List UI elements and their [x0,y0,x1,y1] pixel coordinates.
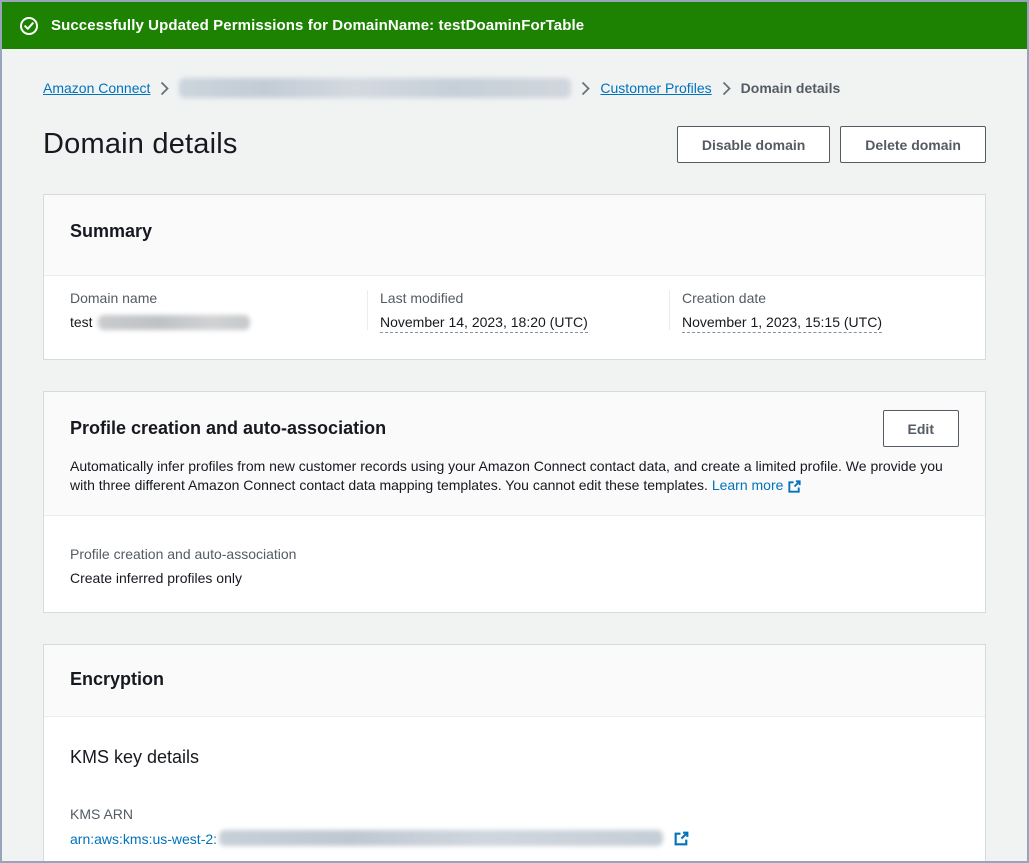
chevron-right-icon [581,81,590,96]
kms-key-details-title: KMS key details [70,747,959,768]
breadcrumb-redacted-instance-link[interactable] [179,78,571,98]
page-title: Domain details [43,128,238,161]
encryption-card-body: KMS key details KMS ARN arn:aws:kms:us-w… [44,717,985,863]
field-label: Last modified [380,290,657,306]
summary-field-domain-name: Domain name test [44,290,367,330]
encryption-card-header: Encryption [44,645,985,717]
field-value: November 1, 2023, 15:15 (UTC) [682,314,973,330]
external-link-icon[interactable] [673,830,690,847]
main-content: Amazon Connect Customer Profiles Domain … [2,77,1027,863]
success-check-circle-icon [19,16,39,36]
banner-message: Successfully Updated Permissions for Dom… [51,17,584,34]
summary-card-body: Domain name test Last modified November … [44,276,985,359]
page-frame: Successfully Updated Permissions for Dom… [0,0,1029,863]
learn-more-link[interactable]: Learn more [712,477,784,493]
redacted-kms-arn [219,830,663,846]
field-value: November 14, 2023, 18:20 (UTC) [380,314,657,330]
field-label: Domain name [70,290,355,306]
summary-card-header: Summary [44,195,985,276]
breadcrumb-amazon-connect-link[interactable]: Amazon Connect [43,80,150,96]
field-label: Creation date [682,290,973,306]
creation-date-value[interactable]: November 1, 2023, 15:15 (UTC) [682,314,882,333]
summary-title: Summary [70,221,959,242]
breadcrumb: Amazon Connect Customer Profiles Domain … [43,77,986,99]
last-modified-value[interactable]: November 14, 2023, 18:20 (UTC) [380,314,588,333]
profile-creation-title: Profile creation and auto-association [70,418,386,439]
profile-creation-card: Profile creation and auto-association Ed… [43,391,986,613]
delete-domain-button[interactable]: Delete domain [840,126,986,163]
profile-creation-card-header: Profile creation and auto-association Ed… [44,392,985,516]
encryption-title: Encryption [70,669,959,690]
page-header: Domain details Disable domain Delete dom… [43,126,986,163]
profile-creation-card-body: Profile creation and auto-association Cr… [44,516,985,612]
external-link-icon [787,479,802,494]
kms-arn-label: KMS ARN [70,806,959,822]
kms-arn-value-row: arn:aws:kms:us-west-2: [70,830,959,847]
summary-card: Summary Domain name test Last modified N… [43,194,986,360]
breadcrumb-customer-profiles-link[interactable]: Customer Profiles [600,80,711,96]
summary-field-creation-date: Creation date November 1, 2023, 15:15 (U… [669,290,985,330]
success-banner: Successfully Updated Permissions for Dom… [2,2,1027,49]
kms-arn-link[interactable]: arn:aws:kms:us-west-2: [70,831,217,847]
encryption-card: Encryption KMS key details KMS ARN arn:a… [43,644,986,863]
redacted-domain-name [98,315,250,330]
profile-creation-mode-value: Create inferred profiles only [70,570,959,586]
chevron-right-icon [160,81,169,96]
summary-field-last-modified: Last modified November 14, 2023, 18:20 (… [367,290,669,330]
chevron-right-icon [722,81,731,96]
field-label: Profile creation and auto-association [70,546,959,562]
breadcrumb-current-page: Domain details [741,80,841,96]
edit-button[interactable]: Edit [883,410,959,447]
disable-domain-button[interactable]: Disable domain [677,126,830,163]
field-value: test [70,314,355,330]
page-actions: Disable domain Delete domain [677,126,986,163]
profile-creation-description: Automatically infer profiles from new cu… [70,457,959,495]
